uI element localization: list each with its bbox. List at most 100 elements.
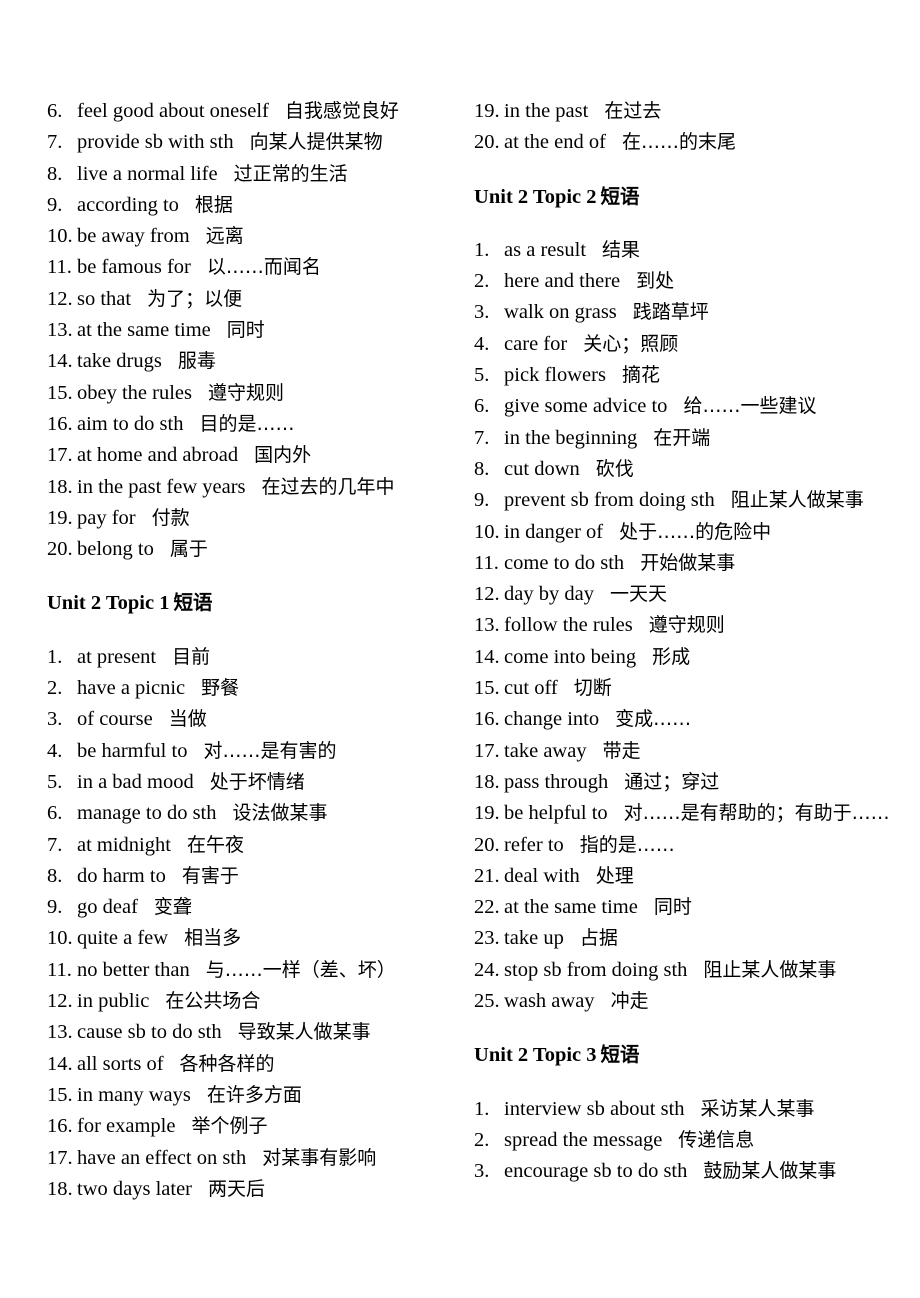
phrase-entry: 24. stop sb from doing sth 阻止某人做某事 — [474, 955, 890, 986]
entry-body: for example 举个例子 — [77, 1111, 456, 1142]
entry-number: 19. — [474, 802, 500, 825]
entry-chinese: 对……是有害的 — [203, 739, 337, 762]
entry-number: 18. — [47, 1177, 73, 1200]
entry-number: 5. — [47, 770, 63, 793]
phrase-entry: 3. walk on grass 践踏草坪 — [474, 297, 890, 328]
phrase-entry: 15. obey the rules 遵守规则 — [47, 378, 456, 409]
entry-body: two days later 两天后 — [77, 1174, 456, 1205]
entry-number: 13. — [47, 1021, 73, 1044]
entry-english: have a picnic — [77, 677, 186, 700]
entry-english: feel good about oneself — [77, 100, 269, 122]
entry-body: manage to do sth 设法做某事 — [77, 798, 456, 829]
phrase-entry: 12. in public 在公共场合 — [47, 986, 456, 1017]
entry-english: here and there — [504, 270, 621, 293]
entry-body: pay for 付款 — [77, 503, 456, 534]
phrase-list: 1. at present 目前 2. have a picnic 野餐 3. of cour… — [47, 642, 456, 1205]
entry-number: 11. — [47, 958, 72, 981]
entry-number: 17. — [47, 444, 73, 467]
entry-body: in the beginning 在开端 — [504, 423, 890, 454]
entry-english: in the beginning — [504, 426, 638, 449]
entry-body: in a bad mood 处于坏情绪 — [77, 767, 456, 798]
entry-body: of course 当做 — [77, 704, 456, 735]
phrase-entry: 14. all sorts of 各种各样的 — [47, 1049, 456, 1080]
entry-chinese: 对……是有帮助的；有助于…… — [623, 802, 890, 825]
entry-english: give some advice to — [504, 395, 668, 418]
entry-number: 19. — [474, 100, 500, 122]
entry-number: 10. — [47, 927, 73, 950]
entry-english: be harmful to — [77, 739, 188, 762]
entry-number: 21. — [474, 864, 500, 887]
section-heading: Unit 2 Topic 2 短语 — [474, 181, 890, 213]
entry-english: in public — [77, 990, 150, 1013]
entry-body: wash away 冲走 — [504, 986, 890, 1017]
entry-body: so that 为了；以便 — [77, 284, 456, 315]
entry-body: according to 根据 — [77, 190, 456, 221]
section-heading-en: Unit 2 Topic 1 — [47, 592, 170, 615]
entry-chinese: 占据 — [579, 927, 618, 950]
phrase-entry: 20. refer to 指的是…… — [474, 830, 890, 861]
entry-english: be helpful to — [504, 802, 608, 825]
entry-body: all sorts of 各种各样的 — [77, 1049, 456, 1080]
entry-chinese: 两天后 — [208, 1177, 266, 1200]
entry-number: 1. — [474, 1097, 490, 1120]
phrase-list: 1. interview sb about sth 采访某人某事 2. spread t… — [474, 1094, 890, 1188]
entry-chinese: 结果 — [602, 238, 641, 261]
entry-chinese: 以……而闻名 — [206, 256, 321, 279]
entry-number: 16. — [474, 708, 500, 731]
entry-number: 2. — [474, 1128, 490, 1151]
entry-chinese: 各种各样的 — [179, 1052, 275, 1075]
section-heading-zh: 短语 — [600, 184, 640, 208]
phrase-entry: 19. be helpful to 对……是有帮助的；有助于…… — [474, 798, 890, 829]
entry-chinese: 形成 — [652, 645, 691, 668]
entry-chinese: 在公共场合 — [165, 990, 261, 1013]
entry-number: 11. — [47, 256, 72, 279]
entry-number: 4. — [474, 332, 490, 355]
entry-body: here and there 到处 — [504, 266, 890, 297]
entry-number: 6. — [47, 100, 63, 122]
entry-number: 9. — [47, 896, 63, 919]
entry-english: interview sb about sth — [504, 1097, 685, 1120]
entry-number: 3. — [474, 1160, 490, 1183]
section-heading-en: Unit 2 Topic 3 — [474, 1044, 597, 1067]
phrase-entry: 12. so that 为了；以便 — [47, 284, 456, 315]
phrase-entry: 20. belong to 属于 — [47, 534, 456, 565]
entry-number: 22. — [474, 896, 500, 919]
entry-english: be famous for — [77, 256, 191, 279]
phrase-entry: 15. cut off 切断 — [474, 673, 890, 704]
entry-body: pass through 通过；穿过 — [504, 767, 890, 798]
entry-chinese: 遵守规则 — [648, 614, 725, 637]
entry-body: cut down 砍伐 — [504, 454, 890, 485]
entry-chinese: 目的是…… — [199, 412, 295, 435]
phrase-entry: 1. at present 目前 — [47, 642, 456, 673]
phrase-entry: 16. aim to do sth 目的是…… — [47, 409, 456, 440]
phrase-entry: 8. do harm to 有害于 — [47, 861, 456, 892]
entry-chinese: 相当多 — [184, 927, 242, 950]
entry-chinese: 砍伐 — [595, 457, 634, 480]
entry-english: manage to do sth — [77, 802, 217, 825]
entry-number: 6. — [474, 395, 490, 418]
entry-number: 6. — [47, 802, 63, 825]
entry-number: 12. — [47, 287, 73, 310]
entry-chinese: 阻止某人做某事 — [703, 958, 837, 981]
entry-chinese: 采访某人某事 — [700, 1097, 815, 1120]
entry-english: care for — [504, 332, 568, 355]
phrase-entry: 13. cause sb to do sth 导致某人做某事 — [47, 1017, 456, 1048]
phrase-entry: 5. in a bad mood 处于坏情绪 — [47, 767, 456, 798]
entry-chinese: 在许多方面 — [206, 1083, 302, 1106]
entry-body: have a picnic 野餐 — [77, 673, 456, 704]
phrase-entry: 1. interview sb about sth 采访某人某事 — [474, 1094, 890, 1125]
entry-chinese: 举个例子 — [191, 1115, 268, 1138]
entry-chinese: 自我感觉良好 — [284, 100, 399, 122]
entry-number: 17. — [474, 739, 500, 762]
entry-chinese: 鼓励某人做某事 — [703, 1160, 837, 1183]
entry-chinese: 有害于 — [181, 864, 239, 887]
entry-number: 16. — [47, 412, 73, 435]
entry-chinese: 处于……的危险中 — [619, 520, 772, 543]
entry-chinese: 在开端 — [653, 426, 711, 449]
entry-body: do harm to 有害于 — [77, 861, 456, 892]
entry-chinese: 属于 — [169, 538, 208, 561]
entry-english: come to do sth — [504, 551, 625, 574]
entry-english: follow the rules — [504, 614, 633, 637]
phrase-entry: 3. of course 当做 — [47, 704, 456, 735]
phrase-entry: 10. quite a few 相当多 — [47, 923, 456, 954]
